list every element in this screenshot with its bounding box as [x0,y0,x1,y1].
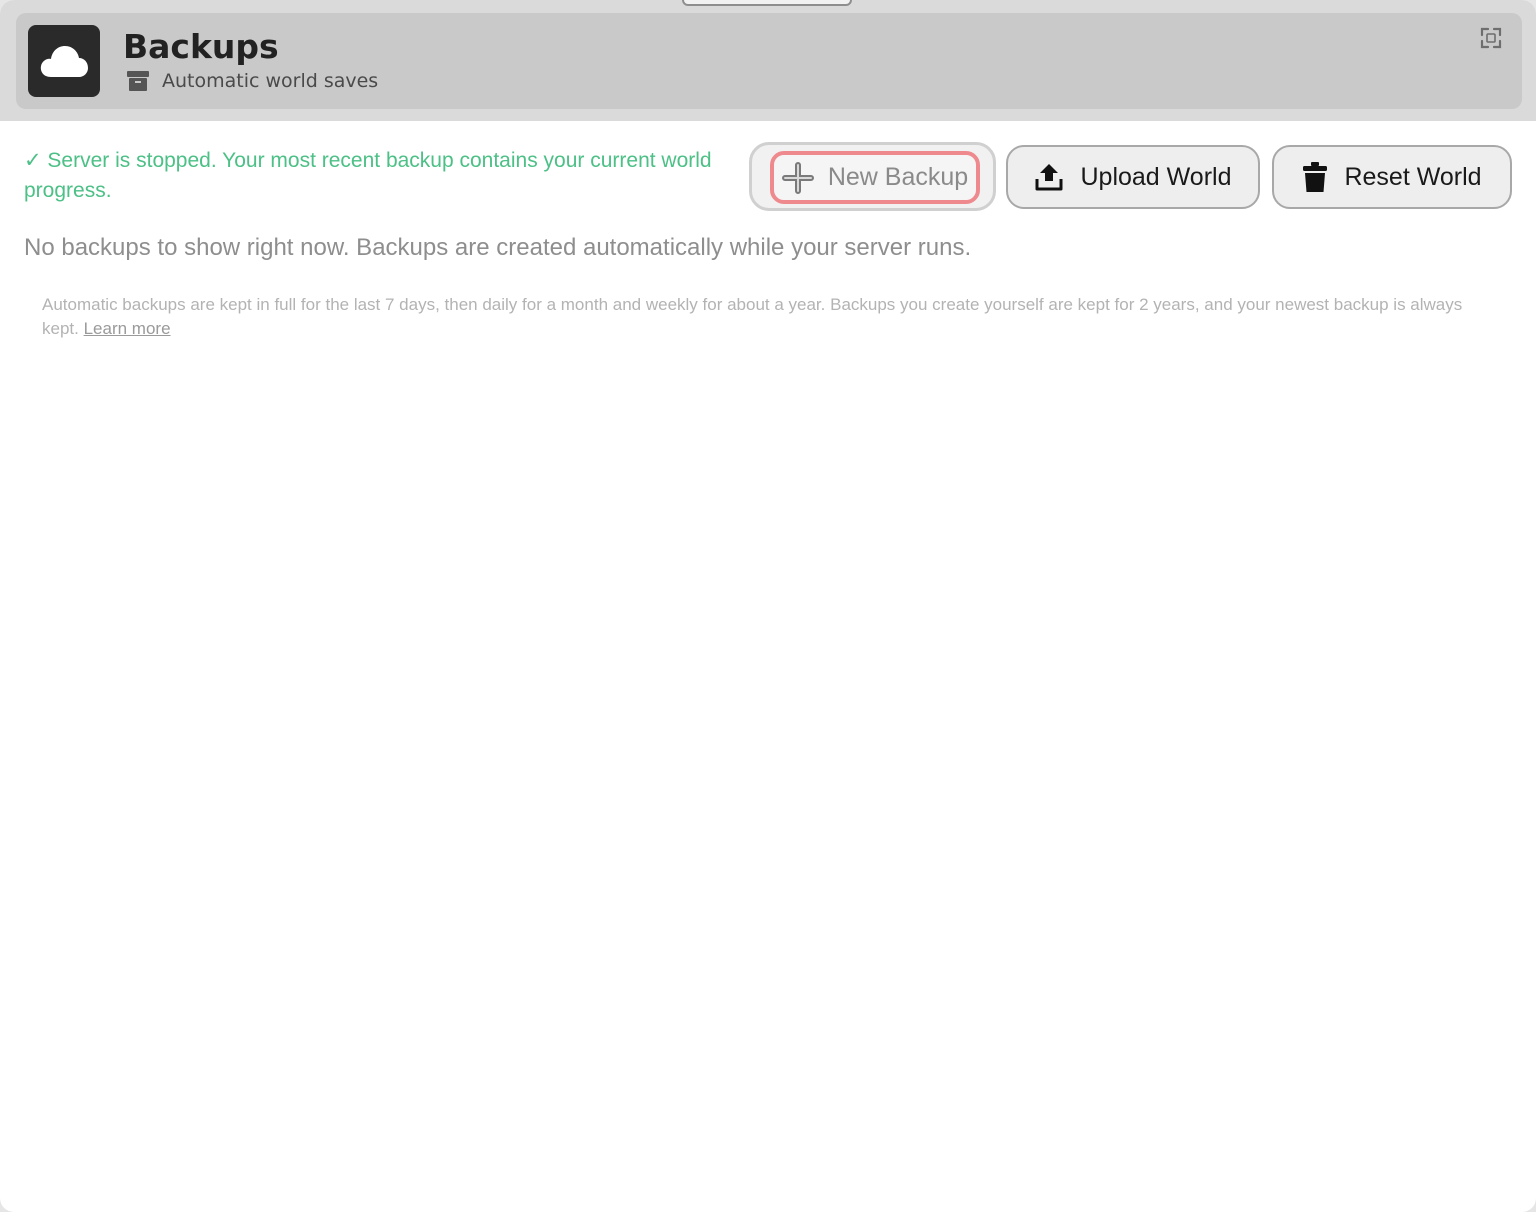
learn-more-link[interactable]: Learn more [84,319,171,338]
header-strip: Backups Automatic world saves [0,0,1536,121]
app-icon-tile [28,25,100,97]
retention-policy-note: Automatic backups are kept in full for t… [42,293,1502,341]
trash-icon [1303,162,1328,192]
plus-icon [781,161,814,194]
page-subtitle: Automatic world saves [162,70,379,92]
server-status-message: ✓ Server is stopped. Your most recent ba… [24,149,712,202]
upload-world-button[interactable]: Upload World [1006,145,1260,209]
new-backup-button-focus-ring: New Backup [749,142,996,211]
upload-icon [1035,164,1063,191]
archive-box-icon [127,71,149,91]
empty-backups-message: No backups to show right now. Backups ar… [24,234,972,261]
retention-policy-text: Automatic backups are kept in full for t… [42,295,1463,338]
backups-window: Backups Automatic world saves ✓ Server i… [0,0,1536,1212]
upload-world-label: Upload World [1080,162,1232,191]
header-card: Backups Automatic world saves [16,13,1522,109]
page-title: Backups [123,27,279,66]
drag-handle[interactable] [682,0,852,6]
cloud-icon [40,46,88,77]
subtitle-row: Automatic world saves [126,68,378,94]
new-backup-label: New Backup [827,163,969,191]
expand-icon[interactable] [1479,26,1503,50]
new-backup-button[interactable]: New Backup [770,151,980,204]
reset-world-button[interactable]: Reset World [1272,145,1512,209]
reset-world-label: Reset World [1344,162,1482,191]
